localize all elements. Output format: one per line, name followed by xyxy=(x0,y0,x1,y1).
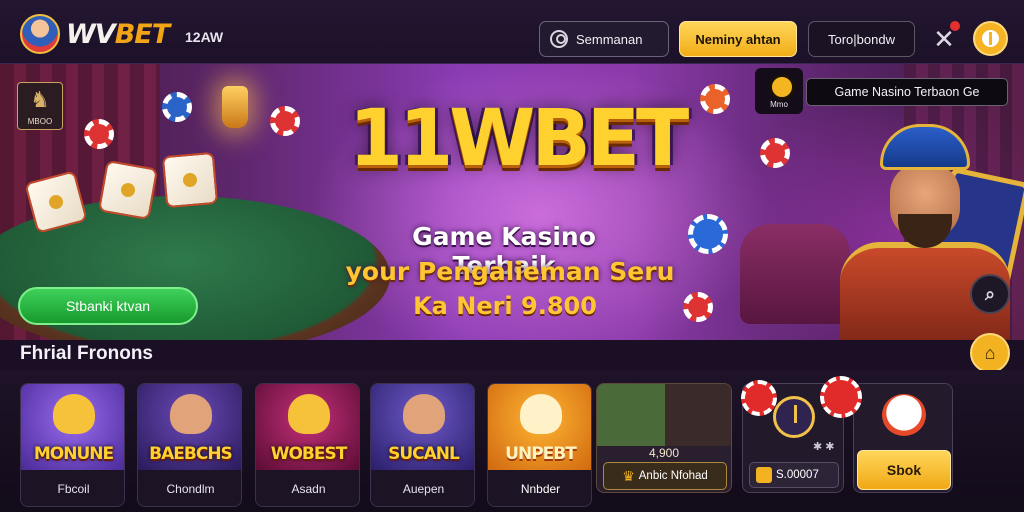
game-icon xyxy=(170,394,212,434)
game-card[interactable]: UNPEBT Nnbder xyxy=(487,383,592,507)
wheel-button[interactable]: S.00007 xyxy=(749,462,839,488)
home-float-icon[interactable]: ⌂ xyxy=(970,333,1010,373)
lantern-icon xyxy=(222,86,248,128)
game-card-label: Chondlm xyxy=(138,470,241,506)
wheel-icon xyxy=(773,396,815,438)
game-card[interactable]: BAEBCHS Chondlm xyxy=(137,383,242,507)
hero-tagline: your Pengalieman Seru xyxy=(345,257,675,286)
coin-icon xyxy=(756,467,772,483)
hero-banner[interactable]: 11WBET Game Kasino Terbaik your Pengalie… xyxy=(0,64,1024,340)
game-card[interactable]: SUCANL Auepen xyxy=(370,383,475,507)
chip-icon xyxy=(700,84,730,114)
game-card-art: WOBEST xyxy=(256,384,359,470)
dice-icon xyxy=(161,151,219,209)
promo-art xyxy=(597,384,731,446)
crown-icon xyxy=(880,124,970,170)
chip-icon xyxy=(162,92,192,122)
hero-title: 11WBET xyxy=(348,94,690,184)
game-card-art-text: BAEBCHS xyxy=(149,444,233,464)
register-button[interactable]: Toro|bondw xyxy=(808,21,915,57)
header-time: 12AW xyxy=(185,29,224,45)
game-card-art: MONUNE xyxy=(21,384,124,470)
game-card[interactable]: WOBEST Asadn xyxy=(255,383,360,507)
chip-icon xyxy=(84,119,114,149)
mascot-icon xyxy=(882,394,926,436)
wheel-symbols: ✱ ✱ xyxy=(813,441,835,453)
chip-icon xyxy=(683,292,713,322)
game-icon xyxy=(53,394,95,434)
game-card-art: BAEBCHS xyxy=(138,384,241,470)
top-header: WVBET 12AW Semmanan Neminy ahtan Toro|bo… xyxy=(0,0,1024,64)
game-card[interactable]: MONUNE Fbcoil xyxy=(20,383,125,507)
search-button[interactable]: Semmanan xyxy=(539,21,669,57)
promo-amount: 4,900 xyxy=(649,446,680,460)
menu-glyph xyxy=(982,30,999,47)
game-icon xyxy=(403,394,445,434)
game-card-label: Asadn xyxy=(256,470,359,506)
info-icon[interactable]: Mmo xyxy=(755,68,803,114)
crown-icon: ♛ xyxy=(622,467,635,484)
search-icon xyxy=(550,30,568,48)
search-button-label: Semmanan xyxy=(576,31,643,47)
login-button[interactable]: Neminy ahtan xyxy=(679,21,797,57)
game-card-art: UNPEBT xyxy=(488,384,591,470)
search-float-icon[interactable]: ⌕ xyxy=(970,274,1010,314)
notification-dot xyxy=(950,21,960,31)
hero-badge[interactable]: MBOO xyxy=(17,82,63,130)
chip-icon xyxy=(270,106,300,136)
logo-text-main: WV xyxy=(66,19,116,50)
game-card-art-text: UNPEBT xyxy=(505,444,577,464)
dice-icon xyxy=(97,159,159,221)
gift-card[interactable]: Sbok xyxy=(853,383,953,493)
game-card-art-text: MONUNE xyxy=(33,444,114,464)
chip-icon xyxy=(741,380,777,416)
game-card-art-text: WOBEST xyxy=(270,444,348,464)
clover-menu-icon[interactable] xyxy=(973,21,1008,56)
game-card-art: SUCANL xyxy=(371,384,474,470)
hero-cta-button[interactable]: Stbanki ktvan xyxy=(18,287,198,325)
logo-text-accent: BET xyxy=(114,19,170,50)
chip-icon xyxy=(820,376,862,418)
gift-button[interactable]: Sbok xyxy=(857,450,951,490)
game-card-label: Auepen xyxy=(371,470,474,506)
game-icon xyxy=(288,394,330,434)
promo-card[interactable]: 4,900 ♛ Anbic Nfohad xyxy=(596,383,732,493)
wheel-button-label: S.00007 xyxy=(776,469,819,481)
brand-logo[interactable]: WVBET xyxy=(66,19,170,50)
hero-tooltip: Game Nasino Terbaon Ge xyxy=(806,78,1008,106)
game-card-label: Fbcoil xyxy=(21,470,124,506)
promo-button[interactable]: ♛ Anbic Nfohad xyxy=(603,462,727,490)
hero-bonus: Ka Neri 9.800 xyxy=(413,292,597,320)
chip-icon xyxy=(688,214,728,254)
chip-icon xyxy=(760,138,790,168)
game-card-art-text: SUCANL xyxy=(388,444,460,464)
game-icon xyxy=(520,394,562,434)
promo-button-label: Anbic Nfohad xyxy=(638,470,708,482)
game-card-label: Nnbder xyxy=(488,470,591,506)
section-title: Fhrial Fronons xyxy=(20,343,153,364)
logo-avatar-icon[interactable] xyxy=(20,14,60,54)
